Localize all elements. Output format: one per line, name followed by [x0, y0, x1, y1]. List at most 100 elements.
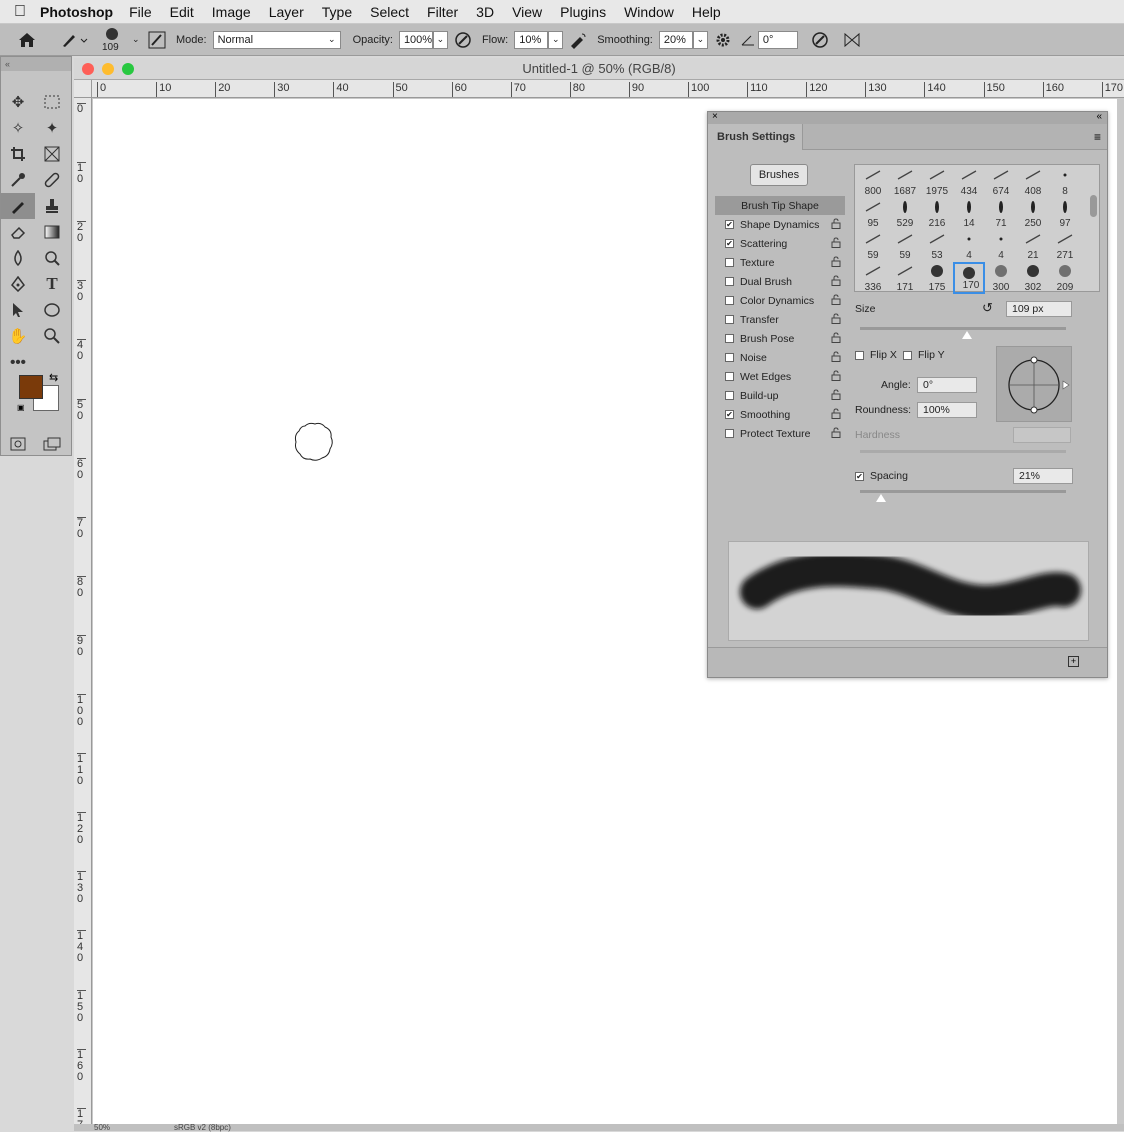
- healing-brush-tool-icon[interactable]: [35, 167, 69, 193]
- magic-wand-tool-icon[interactable]: ✦: [35, 115, 69, 141]
- option-checkbox[interactable]: ✔: [725, 220, 734, 229]
- eyedropper-tool-icon[interactable]: [1, 167, 35, 193]
- option-checkbox[interactable]: [725, 315, 734, 324]
- dodge-tool-icon[interactable]: [35, 245, 69, 271]
- gradient-tool-icon[interactable]: [35, 219, 69, 245]
- minimize-window-button[interactable]: [102, 63, 114, 75]
- brush-preset[interactable]: 53: [921, 230, 953, 262]
- brush-preset[interactable]: 216: [921, 198, 953, 230]
- brush-option-item[interactable]: Texture: [715, 253, 845, 272]
- brush-preset[interactable]: 59: [889, 230, 921, 262]
- ellipse-tool-icon[interactable]: [35, 297, 69, 323]
- menu-image[interactable]: Image: [212, 4, 251, 20]
- home-icon[interactable]: [0, 32, 54, 48]
- zoom-tool-icon[interactable]: [35, 323, 69, 349]
- presets-scrollbar[interactable]: [1090, 195, 1097, 217]
- pressure-size-icon[interactable]: [798, 31, 842, 49]
- lock-icon[interactable]: [831, 313, 841, 327]
- move-tool-icon[interactable]: ✥: [1, 89, 35, 115]
- brush-angle-input[interactable]: 0°: [757, 30, 798, 49]
- option-checkbox[interactable]: ✔: [725, 239, 734, 248]
- vertical-ruler[interactable]: 0 10 20 30 40 50 60 70 80 90 100 110 120 130 140 150 160…: [74, 98, 92, 1131]
- menu-layer[interactable]: Layer: [269, 4, 304, 20]
- brush-preset[interactable]: 59: [857, 230, 889, 262]
- roundness-input[interactable]: 100%: [917, 402, 977, 418]
- brush-preset[interactable]: 529: [889, 198, 921, 230]
- lock-icon[interactable]: [831, 370, 841, 384]
- chevron-down-icon[interactable]: ⌄: [132, 34, 144, 45]
- menu-help[interactable]: Help: [692, 4, 721, 20]
- menu-plugins[interactable]: Plugins: [560, 4, 606, 20]
- brush-preset[interactable]: 21: [1017, 230, 1049, 262]
- horizontal-ruler[interactable]: 0 10 20 30 40 50 60 70 80 90 100 110 120 130 140 150 160…: [92, 80, 1124, 98]
- stamp-tool-icon[interactable]: [35, 193, 69, 219]
- flow-input[interactable]: 10%: [514, 30, 549, 49]
- brush-preset[interactable]: 4: [953, 230, 985, 262]
- spacing-checkbox[interactable]: ✔: [855, 471, 864, 481]
- brush-preset[interactable]: 14: [953, 198, 985, 230]
- close-window-button[interactable]: [82, 63, 94, 75]
- lock-icon[interactable]: [831, 256, 841, 270]
- lock-icon[interactable]: [831, 332, 841, 346]
- lock-icon[interactable]: [831, 218, 841, 232]
- pressure-opacity-icon[interactable]: [448, 31, 478, 49]
- option-checkbox[interactable]: [725, 296, 734, 305]
- brush-tool-preset-icon[interactable]: [54, 32, 94, 48]
- brush-preset[interactable]: 97: [1049, 198, 1081, 230]
- flip-y-option[interactable]: Flip Y: [903, 349, 945, 361]
- spacing-option[interactable]: ✔ Spacing: [855, 470, 908, 482]
- flip-x-option[interactable]: Flip X: [855, 349, 897, 361]
- app-menu[interactable]: Photoshop: [40, 4, 113, 20]
- flip-y-checkbox[interactable]: [903, 350, 912, 360]
- brush-option-item[interactable]: ✔ Scattering: [715, 234, 845, 253]
- screen-mode-icon[interactable]: [35, 431, 69, 457]
- brush-preset[interactable]: 175: [921, 262, 953, 294]
- size-input[interactable]: 109 px: [1006, 301, 1072, 317]
- brush-option-item[interactable]: ✔ Smoothing: [715, 405, 845, 424]
- menu-select[interactable]: Select: [370, 4, 409, 20]
- zoom-window-button[interactable]: [122, 63, 134, 75]
- brush-preset[interactable]: 209: [1049, 262, 1081, 294]
- brush-preset[interactable]: 408: [1017, 166, 1049, 198]
- size-slider-track[interactable]: [860, 327, 1066, 330]
- flip-x-checkbox[interactable]: [855, 350, 864, 360]
- menu-type[interactable]: Type: [322, 4, 352, 20]
- brush-preset[interactable]: 250: [1017, 198, 1049, 230]
- brush-tool-icon[interactable]: [1, 193, 35, 219]
- frame-tool-icon[interactable]: [35, 141, 69, 167]
- pen-tool-icon[interactable]: [1, 271, 35, 297]
- angle-input[interactable]: 0°: [917, 377, 977, 393]
- default-colors-icon[interactable]: ▣: [17, 403, 25, 412]
- spacing-slider-track[interactable]: [860, 490, 1066, 493]
- brush-preset[interactable]: 674: [985, 166, 1017, 198]
- menu-edit[interactable]: Edit: [170, 4, 194, 20]
- option-checkbox[interactable]: [725, 429, 734, 438]
- more-tools-icon[interactable]: •••: [1, 349, 35, 375]
- brush-option-item[interactable]: Transfer: [715, 310, 845, 329]
- option-checkbox[interactable]: [725, 372, 734, 381]
- brush-preset[interactable]: 434: [953, 166, 985, 198]
- menu-view[interactable]: View: [512, 4, 542, 20]
- gear-icon[interactable]: [708, 32, 738, 48]
- swap-colors-icon[interactable]: ⇆: [49, 371, 58, 384]
- reset-size-icon[interactable]: ↺: [982, 300, 993, 316]
- eraser-tool-icon[interactable]: [1, 219, 35, 245]
- brush-preset[interactable]: 336: [857, 262, 889, 294]
- lock-icon[interactable]: [831, 427, 841, 441]
- brush-preset[interactable]: 4: [985, 230, 1017, 262]
- brushes-button[interactable]: Brushes: [750, 164, 808, 186]
- lasso-tool-icon[interactable]: ✧: [1, 115, 35, 141]
- brush-option-item[interactable]: Color Dynamics: [715, 291, 845, 310]
- brush-preset[interactable]: 300: [985, 262, 1017, 294]
- brush-picker[interactable]: 109: [94, 25, 132, 55]
- opacity-dropdown[interactable]: ⌄: [432, 30, 448, 49]
- tab-brush-settings[interactable]: Brush Settings: [708, 124, 803, 150]
- option-checkbox[interactable]: [725, 258, 734, 267]
- symmetry-butterfly-icon[interactable]: [842, 32, 862, 48]
- apple-menu-icon[interactable]: : [0, 3, 40, 21]
- brush-option-item[interactable]: Brush Pose: [715, 329, 845, 348]
- brush-option-item[interactable]: ✔ Shape Dynamics: [715, 215, 845, 234]
- foreground-color-swatch[interactable]: [19, 375, 43, 399]
- brush-preset[interactable]: 302: [1017, 262, 1049, 294]
- crop-tool-icon[interactable]: [1, 141, 35, 167]
